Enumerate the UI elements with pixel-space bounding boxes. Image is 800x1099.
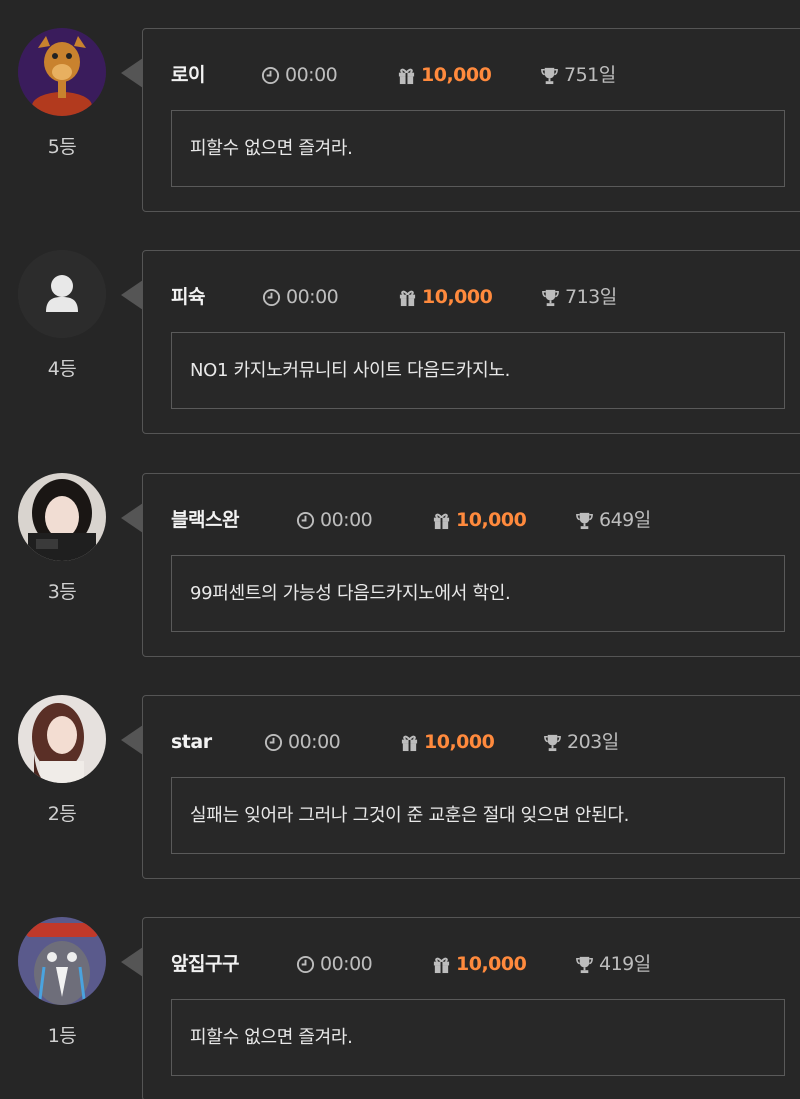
days-value: 713일 <box>565 286 617 308</box>
photo-avatar-icon <box>18 473 106 561</box>
avatar[interactable] <box>18 473 106 561</box>
card-meta: 로이 00:00 10,000 751일 <box>143 60 800 90</box>
rank-label: 4등 <box>47 358 77 380</box>
points-value: 10,000 <box>422 286 493 308</box>
points-info: 10,000 <box>397 60 492 90</box>
ranking-entry: 5등 로이 00:00 10,000 751일 피할수 없으면 즐겨라. <box>0 28 800 250</box>
user-name[interactable]: 블랙스완 <box>171 505 239 535</box>
points-value: 10,000 <box>421 64 492 86</box>
trophy-icon <box>540 66 559 85</box>
time-value: 00:00 <box>320 953 373 975</box>
card-meta: 블랙스완 00:00 10,000 649일 <box>143 505 800 535</box>
points-info: 10,000 <box>400 727 495 757</box>
days-info: 751일 <box>540 60 616 90</box>
ranking-entry: 1등 앞집구구 00:00 10,000 419일 피할수 없으면 즐겨라. <box>0 917 800 1099</box>
time-info: 00:00 <box>264 727 341 757</box>
days-info: 419일 <box>575 949 651 979</box>
time-info: 00:00 <box>261 60 338 90</box>
comment-card: 블랙스완 00:00 10,000 649일 99퍼센트의 가능성 다음드카지노… <box>142 473 800 657</box>
card-meta: star 00:00 10,000 203일 <box>143 727 800 757</box>
card-pointer <box>121 280 143 310</box>
comment-message: 99퍼센트의 가능성 다음드카지노에서 학인. <box>171 555 785 632</box>
points-info: 10,000 <box>432 505 527 535</box>
days-value: 751일 <box>564 64 616 86</box>
user-name[interactable]: 피슉 <box>171 282 205 312</box>
time-info: 00:00 <box>262 282 339 312</box>
comment-card: 로이 00:00 10,000 751일 피할수 없으면 즐겨라. <box>142 28 800 212</box>
comment-message: 피할수 없으면 즐겨라. <box>171 999 785 1076</box>
default-user-avatar-icon <box>18 250 106 338</box>
ranking-entry: 2등 star 00:00 10,000 203일 실패는 잊어라 그러나 그것… <box>0 695 800 917</box>
time-info: 00:00 <box>296 949 373 979</box>
time-value: 00:00 <box>320 509 373 531</box>
ranking-entry: 4등 피슉 00:00 10,000 713일 NO1 카지노커뮤니티 사이트 … <box>0 250 800 472</box>
points-value: 10,000 <box>456 953 527 975</box>
avatar[interactable] <box>18 917 106 1005</box>
avatar[interactable] <box>18 250 106 338</box>
days-value: 649일 <box>599 509 651 531</box>
trophy-icon <box>541 288 560 307</box>
photo-avatar-icon <box>18 695 106 783</box>
comment-message: 피할수 없으면 즐겨라. <box>171 110 785 187</box>
days-value: 203일 <box>567 731 619 753</box>
clock-icon <box>296 511 315 530</box>
avatar[interactable] <box>18 695 106 783</box>
clock-icon <box>264 733 283 752</box>
days-info: 203일 <box>543 727 619 757</box>
card-pointer <box>121 725 143 755</box>
card-pointer <box>121 947 143 977</box>
time-value: 00:00 <box>288 731 341 753</box>
card-meta: 피슉 00:00 10,000 713일 <box>143 282 800 312</box>
days-info: 649일 <box>575 505 651 535</box>
user-name[interactable]: star <box>171 727 212 757</box>
gift-icon <box>432 511 451 530</box>
rank-label: 3등 <box>47 581 77 603</box>
trophy-icon <box>543 733 562 752</box>
user-name[interactable]: 앞집구구 <box>171 949 239 979</box>
time-value: 00:00 <box>286 286 339 308</box>
ranking-entry: 3등 블랙스완 00:00 10,000 649일 99퍼센트의 가능성 다음드… <box>0 473 800 695</box>
cartoon-character-avatar-icon <box>18 28 106 116</box>
rank-label: 1등 <box>47 1025 77 1047</box>
comment-card: 앞집구구 00:00 10,000 419일 피할수 없으면 즐겨라. <box>142 917 800 1099</box>
comment-card: star 00:00 10,000 203일 실패는 잊어라 그러나 그것이 준… <box>142 695 800 879</box>
user-name[interactable]: 로이 <box>171 60 205 90</box>
card-meta: 앞집구구 00:00 10,000 419일 <box>143 949 800 979</box>
points-value: 10,000 <box>424 731 495 753</box>
rank-label: 5등 <box>47 136 77 158</box>
comment-message: NO1 카지노커뮤니티 사이트 다음드카지노. <box>171 332 785 409</box>
card-pointer <box>121 58 143 88</box>
time-value: 00:00 <box>285 64 338 86</box>
trophy-icon <box>575 511 594 530</box>
days-info: 713일 <box>541 282 617 312</box>
points-info: 10,000 <box>432 949 527 979</box>
points-info: 10,000 <box>398 282 493 312</box>
clock-icon <box>296 955 315 974</box>
clock-icon <box>262 288 281 307</box>
gift-icon <box>397 66 416 85</box>
comment-message: 실패는 잊어라 그러나 그것이 준 교훈은 절대 잊으면 안된다. <box>171 777 785 854</box>
time-info: 00:00 <box>296 505 373 535</box>
clock-icon <box>261 66 280 85</box>
gift-icon <box>432 955 451 974</box>
card-pointer <box>121 503 143 533</box>
rank-label: 2등 <box>47 803 77 825</box>
gift-icon <box>398 288 417 307</box>
points-value: 10,000 <box>456 509 527 531</box>
trophy-icon <box>575 955 594 974</box>
avatar[interactable] <box>18 28 106 116</box>
comment-card: 피슉 00:00 10,000 713일 NO1 카지노커뮤니티 사이트 다음드… <box>142 250 800 434</box>
days-value: 419일 <box>599 953 651 975</box>
gift-icon <box>400 733 419 752</box>
cartoon-bird-avatar-icon <box>18 917 106 1005</box>
